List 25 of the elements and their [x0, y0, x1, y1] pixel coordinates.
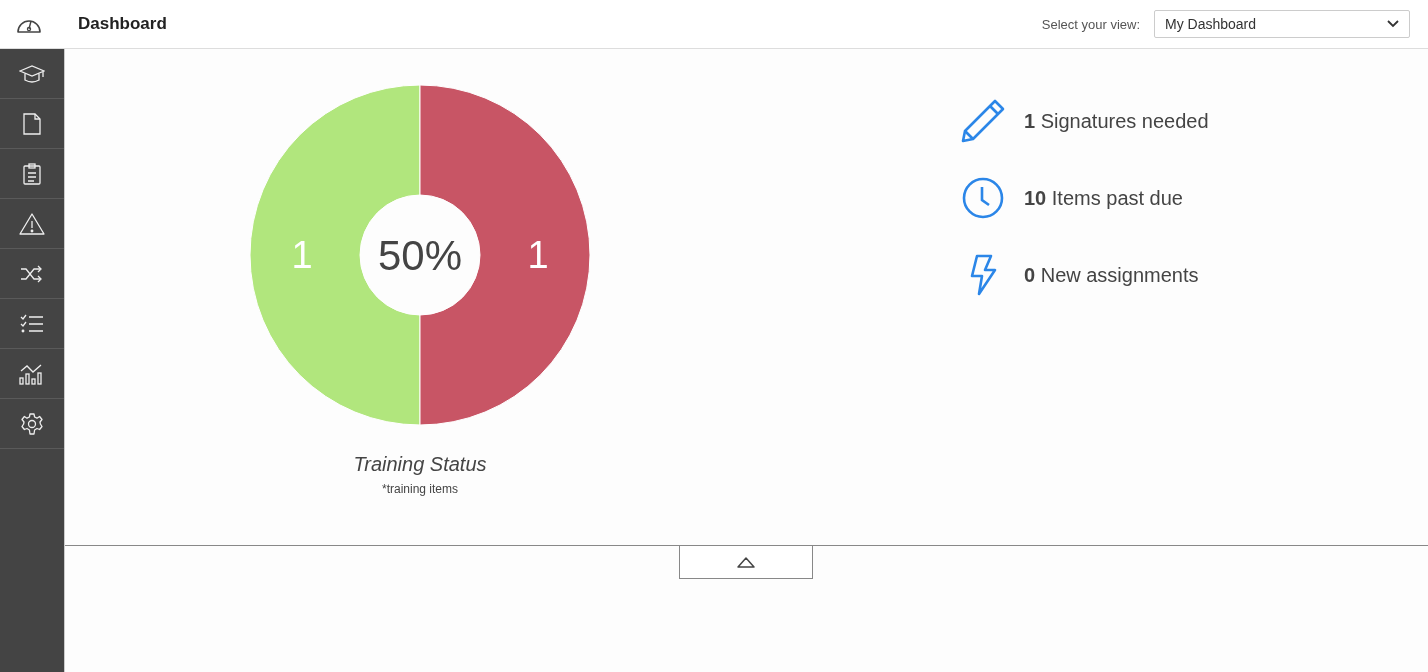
- chart-icon: [19, 362, 45, 385]
- slice-value: 1: [527, 234, 549, 276]
- shuffle-icon: [20, 263, 44, 284]
- warning-icon: [19, 212, 45, 235]
- document-icon: [23, 112, 41, 135]
- stat-text: 0 New assignments: [1024, 263, 1199, 287]
- chart-note: *training items: [382, 482, 458, 496]
- triangle-up-icon: [736, 556, 756, 568]
- pencil-icon: [961, 99, 1005, 143]
- settings-icon: [21, 412, 43, 435]
- clipboard-icon: [23, 162, 41, 185]
- clock-icon: [962, 177, 1004, 219]
- chevron-down-icon: [1387, 20, 1399, 28]
- graduation-cap-icon: [19, 63, 45, 84]
- percent-label: 50%: [377, 232, 463, 279]
- page-title: Dashboard: [78, 14, 167, 34]
- view-select[interactable]: My Dashboard: [1154, 10, 1410, 38]
- slice-value: 1: [291, 234, 313, 276]
- stat-text: 10 Items past due: [1024, 186, 1183, 210]
- lightning-icon: [969, 254, 997, 296]
- checklist-icon: [20, 313, 44, 334]
- collapse-toggle-button[interactable]: [679, 546, 813, 579]
- chart-title: Training Status: [353, 453, 487, 476]
- stat-text: 1 Signatures needed: [1024, 109, 1209, 133]
- view-label: Select your view:: [1041, 16, 1140, 32]
